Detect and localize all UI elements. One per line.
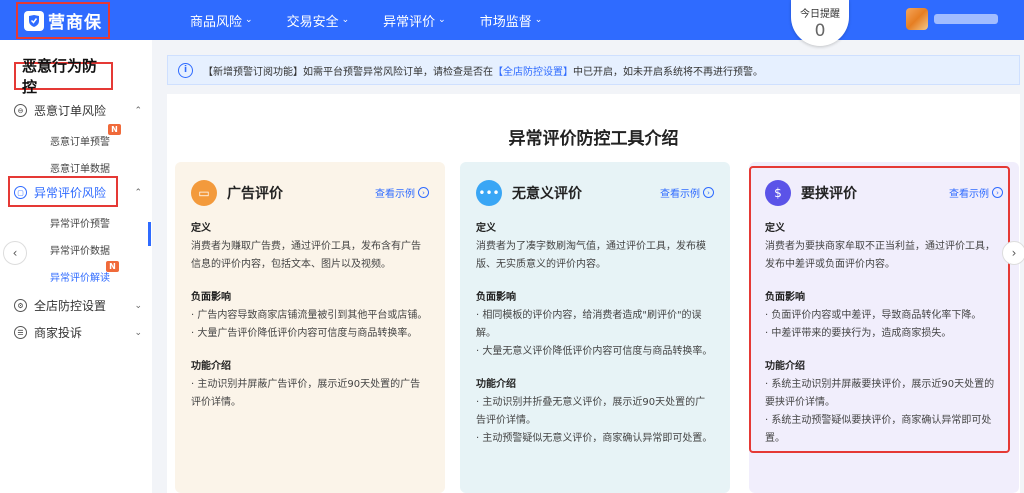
new-badge: N — [108, 124, 121, 135]
section-text: 消费者为了凑字数刷淘气值，通过评价工具，发布模版、无实质意义的评价内容。 — [476, 241, 706, 270]
chevron-right-icon: › — [992, 187, 1003, 198]
view-example-link[interactable]: 查看示例 › — [949, 185, 1003, 200]
section-text: · 主动识别并屏蔽广告评价，展示近90天处置的广告评价详情。 — [191, 379, 421, 408]
complaint-icon: ☰ — [14, 326, 27, 339]
section-text: · 主动预警疑似无意义评价，商家确认异常即可处置。 — [476, 433, 713, 444]
nav-item-abnormal-review[interactable]: 异常评价 ⌄ — [383, 11, 446, 30]
reminder-count: 0 — [814, 21, 826, 41]
main-content: 异常评价防控工具介绍 ▭ 广告评价 查看示例 › 定义 消费者为赚取广告费，通过评… — [167, 94, 1020, 493]
section-text: · 系统主动识别并屏蔽要挟评价，展示近90天处置的要挟评价详情。 — [765, 379, 995, 408]
section-title: 功能介绍 — [765, 361, 805, 372]
nav-label: 交易安全 — [286, 14, 339, 30]
highlight-box — [8, 176, 118, 207]
new-badge: N — [106, 261, 119, 272]
chevron-down-icon: ⌄ — [134, 327, 142, 338]
notice-text: 【新增预警订阅功能】如需平台预警异常风险订单，请检查是否在 — [203, 66, 493, 78]
section-title: 定义 — [191, 223, 211, 234]
card-title: 广告评价 — [227, 186, 283, 202]
chevron-right-icon[interactable]: › — [1002, 241, 1024, 265]
sidebar-title: 恶意行为防控 — [14, 57, 113, 96]
chevron-down-icon: ⌄ — [341, 15, 350, 25]
avatar — [906, 8, 928, 30]
sidebar-group-label: 恶意订单风险 — [34, 104, 107, 118]
reminder-label: 今日提醒 — [800, 9, 840, 20]
page-title: 异常评价防控工具介绍 — [508, 129, 679, 149]
section-title: 负面影响 — [191, 292, 231, 303]
sidebar-group-label: 商家投诉 — [34, 326, 83, 340]
today-reminder[interactable]: 今日提醒 0 — [791, 0, 849, 46]
section-text: · 大量广告评价降低评价内容可信度与商品转换率。 — [191, 328, 418, 339]
chevron-right-icon: › — [703, 187, 714, 198]
view-example-label: 查看示例 — [375, 189, 415, 200]
view-example-link[interactable]: 查看示例 › — [375, 185, 429, 200]
nav-label: 市场监督 — [479, 14, 532, 30]
main-nav: 商品风险 ⌄ 交易安全 ⌄ 异常评价 ⌄ 市场监督 ⌄ — [190, 0, 542, 40]
sidebar-group-label: 全店防控设置 — [34, 299, 107, 313]
chevron-up-icon: ⌃ — [134, 187, 142, 198]
notice-banner: i 【新增预警订阅功能】如需平台预警异常风险订单，请检查是否在 【全店防控设置】… — [167, 55, 1020, 85]
sidebar: 恶意行为防控 ⊖ 恶意订单风险 ⌃ 恶意订单预警 N 恶意订单数据 ▢ 异常评价… — [0, 40, 152, 493]
view-example-label: 查看示例 — [949, 189, 989, 200]
nav-label: 异常评价 — [383, 14, 436, 30]
view-example-label: 查看示例 — [660, 189, 700, 200]
section-title: 功能介绍 — [191, 361, 231, 372]
user-menu[interactable] — [906, 8, 998, 30]
sidebar-group-store-settings[interactable]: ⚙ 全店防控设置 ⌄ — [14, 297, 142, 314]
section-text: · 负面评价内容或中差评，导致商品转化率下降。 — [765, 310, 982, 321]
card-ad-review: ▭ 广告评价 查看示例 › 定义 消费者为赚取广告费，通过评价工具，发布含有广告信… — [175, 162, 445, 493]
card-meaningless-review: ••• 无意义评价 查看示例 › 定义 消费者为了凑字数刷淘气值，通过评价工具，发… — [460, 162, 730, 493]
section-text: 消费者为赚取广告费，通过评价工具，发布含有广告信息的评价内容，包括文本、图片以及… — [191, 241, 421, 270]
sidebar-item-abnormal-review-alert[interactable]: 异常评价预警 — [50, 215, 110, 230]
section-title: 定义 — [765, 223, 785, 234]
section-text: · 中差评带来的要挟行为，造成商家损失。 — [765, 328, 952, 339]
section-text: · 广告内容导致商家店铺流量被引到其他平台或店铺。 — [191, 310, 428, 321]
notice-text: 中已开启，如未开启系统将不再进行预警。 — [573, 66, 763, 78]
money-bag-icon: $ — [765, 180, 791, 206]
chevron-down-icon: ⌄ — [245, 15, 253, 25]
section-title: 功能介绍 — [476, 379, 516, 390]
sidebar-item-malicious-order-data[interactable]: 恶意订单数据 — [50, 160, 110, 175]
active-indicator — [148, 222, 151, 246]
section-text: · 主动识别并折叠无意义评价，展示近90天处置的广告评价详情。 — [476, 397, 706, 426]
section-title: 定义 — [476, 223, 496, 234]
section-text: · 系统主动预警疑似要挟评价，商家确认异常即可处置。 — [765, 415, 992, 444]
card-title: 无意义评价 — [512, 186, 582, 202]
nav-item-product-risk[interactable]: 商品风险 ⌄ — [190, 11, 253, 30]
chevron-left-icon[interactable]: ‹ — [3, 241, 27, 265]
store-settings-link[interactable]: 【全店防控设置】 — [493, 63, 573, 78]
chevron-down-icon: ⌄ — [534, 15, 543, 25]
chevron-down-icon: ⌄ — [134, 300, 142, 311]
nav-item-trade-security[interactable]: 交易安全 ⌄ — [287, 11, 350, 30]
logo-text: 营商保 — [48, 13, 102, 33]
chevron-up-icon: ⌃ — [134, 105, 142, 116]
chat-icon: ••• — [476, 180, 502, 206]
username-blurred — [934, 14, 998, 24]
section-text: · 相同模板的评价内容，给消费者造成"刷评价"的误解。 — [476, 310, 702, 339]
ad-icon: ▭ — [191, 180, 217, 206]
section-title: 负面影响 — [476, 292, 516, 303]
section-title: 负面影响 — [765, 292, 805, 303]
info-icon: i — [178, 62, 193, 78]
order-icon: ⊖ — [14, 104, 27, 117]
nav-label: 商品风险 — [190, 14, 243, 30]
logo-shield-icon — [24, 10, 44, 31]
sidebar-item-abnormal-review-data[interactable]: 异常评价数据 — [50, 242, 110, 257]
sidebar-group-merchant-complaint[interactable]: ☰ 商家投诉 ⌄ — [14, 324, 142, 341]
sidebar-item-abnormal-review-interpret[interactable]: 异常评价解读 — [50, 269, 110, 284]
settings-icon: ⚙ — [14, 299, 27, 312]
sidebar-group-malicious-order[interactable]: ⊖ 恶意订单风险 ⌃ — [14, 102, 142, 119]
view-example-link[interactable]: 查看示例 › — [660, 185, 714, 200]
section-text: 消费者为要挟商家牟取不正当利益，通过评价工具，发布中差评或负面评价内容。 — [765, 241, 995, 270]
chevron-right-icon: › — [418, 187, 429, 198]
logo[interactable]: 营商保 — [16, 2, 110, 39]
top-nav-bar: 营商保 商品风险 ⌄ 交易安全 ⌄ 异常评价 ⌄ 市场监督 ⌄ 今日提醒 0 — [0, 0, 1024, 46]
card-extortion-review: $ 要挟评价 查看示例 › 定义 消费者为要挟商家牟取不正当利益，通过评价工具，发… — [749, 162, 1019, 493]
nav-item-market-supervision[interactable]: 市场监督 ⌄ — [480, 11, 543, 30]
card-title: 要挟评价 — [801, 186, 857, 202]
section-text: · 大量无意义评价降低评价内容可信度与商品转换率。 — [476, 346, 713, 357]
sidebar-item-malicious-order-alert[interactable]: 恶意订单预警 — [50, 133, 110, 148]
chevron-down-icon: ⌄ — [438, 15, 446, 25]
